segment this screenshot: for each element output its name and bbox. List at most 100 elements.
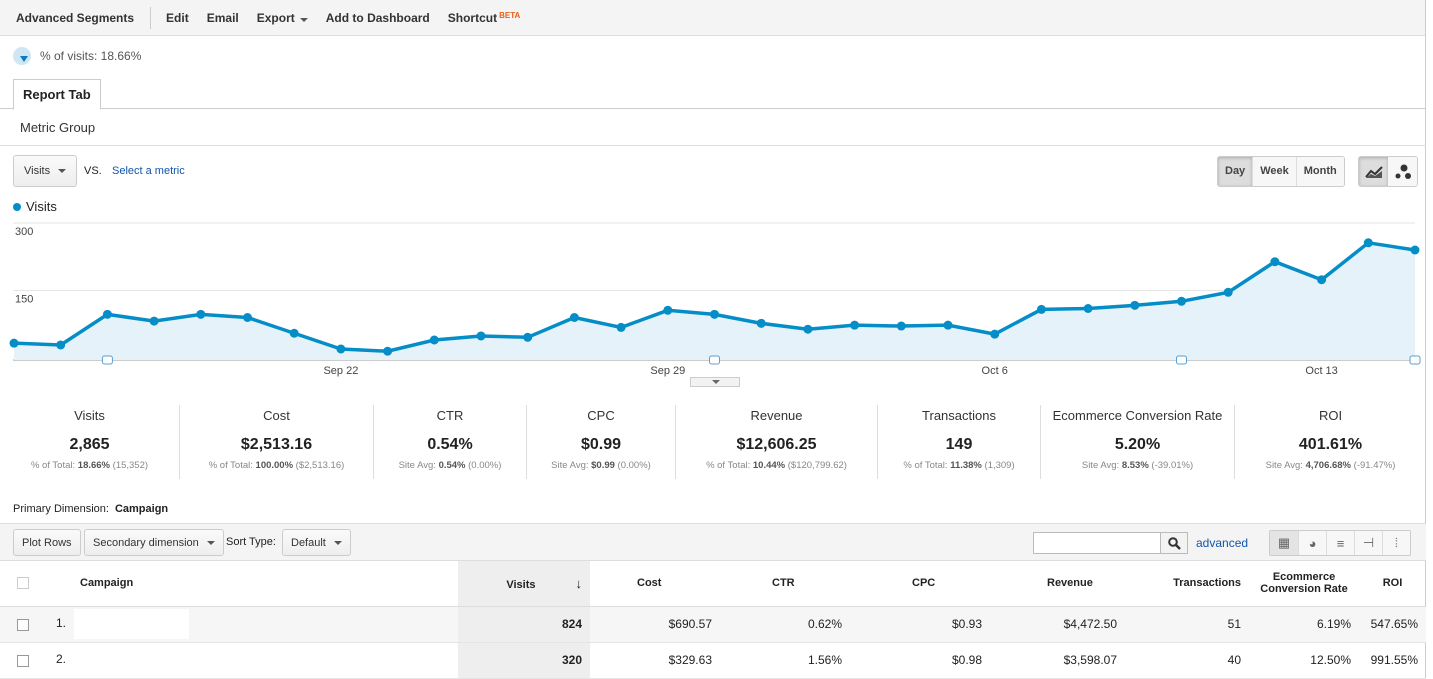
metric-selector[interactable]: Visits — [13, 155, 78, 187]
comparison-view-icon[interactable]: ⊣ — [1354, 531, 1382, 555]
subtext-prefix: Site Avg: — [1265, 460, 1306, 471]
subtext-total: (0.00%) — [614, 460, 651, 471]
report-container: Advanced Segments Edit Email Export Add … — [0, 0, 1426, 679]
chevron-down-icon — [58, 169, 67, 173]
pie-view-icon[interactable]: ◕ — [1298, 531, 1326, 555]
email-button[interactable]: Email — [207, 11, 239, 25]
table-view-icon[interactable]: ▦ — [1270, 531, 1298, 555]
scorecard-subtext: Site Avg: 4,706.68% (-91.47%) — [1235, 460, 1426, 471]
annotation-marker-icon[interactable] — [709, 355, 720, 365]
data-point — [803, 324, 813, 334]
scorecard-value: $2,513.16 — [240, 436, 313, 453]
col-campaign[interactable]: Campaign — [45, 561, 458, 607]
data-point — [1363, 238, 1373, 248]
scorecard-subtext: Site Avg: $0.99 (0.00%) — [527, 460, 675, 471]
pivot-view-icon[interactable]: ⦙ — [1382, 531, 1410, 555]
transactions-cell: 40 — [1125, 642, 1249, 679]
subtext-total: (-91.47%) — [1351, 460, 1396, 471]
export-button[interactable]: Export — [257, 11, 308, 25]
campaign-cell: 1. — [45, 606, 458, 643]
export-label: Export — [256, 10, 295, 25]
select-metric-link[interactable]: Select a metric — [112, 165, 185, 177]
x-tick-label: Oct 6 — [982, 365, 1008, 377]
subtext-prefix: Site Avg: — [551, 460, 592, 471]
add-to-dashboard-button[interactable]: Add to Dashboard — [326, 11, 430, 25]
scorecard-subtext: % of Total: 18.66% (15,352) — [0, 460, 179, 471]
row-checkbox[interactable] — [16, 618, 29, 631]
vs-label: VS. — [84, 165, 102, 177]
advanced-filter-link[interactable]: advanced — [1196, 536, 1248, 550]
segment-indicator[interactable]: % of visits: 18.66% — [13, 47, 141, 65]
col-revenue[interactable]: Revenue — [990, 561, 1125, 607]
scorecard-subtext: % of Total: 11.38% (1,309) — [878, 460, 1040, 471]
period-selector: Day Week Month — [1217, 156, 1345, 187]
data-point — [1223, 287, 1233, 297]
advanced-segments-button[interactable]: Advanced Segments — [16, 11, 134, 25]
secondary-dimension-dropdown[interactable]: Secondary dimension — [84, 529, 224, 556]
performance-view-icon[interactable]: ≡ — [1326, 531, 1354, 555]
campaign-link[interactable] — [74, 609, 190, 639]
campaign-link[interactable] — [74, 645, 190, 675]
data-point — [383, 346, 393, 356]
search-button[interactable] — [1160, 533, 1187, 553]
cpc-cell: $0.98 — [850, 642, 990, 679]
annotation-marker-icon[interactable] — [1176, 355, 1187, 365]
scorecard-value: 2,865 — [69, 436, 110, 453]
scorecard-label: Cost — [263, 408, 290, 423]
col-ecommerce-conversion-rate[interactable]: Ecommerce Conversion Rate — [1249, 561, 1359, 607]
col-ctr[interactable]: CTR — [720, 561, 850, 607]
data-point — [1410, 245, 1420, 255]
roi-cell: 991.55% — [1359, 642, 1426, 679]
secondary-dimension-label: Secondary dimension — [93, 536, 199, 549]
cost-cell: $329.63 — [590, 642, 720, 679]
subtext-prefix: Site Avg: — [1081, 460, 1122, 471]
primary-dimension-label: Primary Dimension: — [13, 503, 109, 515]
row-checkbox[interactable] — [16, 654, 29, 667]
scorecard-label: Visits — [74, 408, 105, 423]
col-transactions[interactable]: Transactions — [1125, 561, 1249, 607]
visits-cell: 320 — [458, 642, 590, 679]
motion-chart-icon[interactable] — [1388, 157, 1417, 186]
cost-cell: $690.57 — [590, 606, 720, 643]
edit-button[interactable]: Edit — [166, 11, 189, 25]
search-input[interactable] — [1034, 533, 1160, 553]
ecommerce-conversion-rate-cell: 6.19% — [1249, 606, 1359, 643]
tab-report[interactable]: Report Tab — [13, 79, 101, 110]
col-roi[interactable]: ROI — [1359, 561, 1426, 607]
report-tabs: Report Tab — [0, 78, 1426, 110]
period-week-button[interactable]: Week — [1252, 157, 1296, 186]
scorecard-label: Ecommerce Conversion Rate — [1052, 408, 1223, 423]
revenue-cell: $3,598.07 — [990, 642, 1125, 679]
primary-dimension-value[interactable]: Campaign — [115, 503, 168, 515]
beta-badge: BETA — [499, 10, 521, 20]
line-chart-icon[interactable] — [1359, 157, 1388, 186]
subtext-value: 8.53% — [1121, 460, 1149, 471]
data-point — [336, 344, 346, 354]
period-day-button[interactable]: Day — [1218, 157, 1253, 186]
data-point — [523, 332, 533, 342]
scorecards: Visits 2,865 % of Total: 18.66% (15,352) Co… — [0, 405, 1426, 479]
select-all-checkbox[interactable] — [16, 577, 29, 590]
scorecard-value: 149 — [945, 436, 973, 453]
col-cpc[interactable]: CPC — [850, 561, 990, 607]
chevron-down-icon — [206, 540, 215, 545]
annotation-marker-icon[interactable] — [101, 355, 113, 365]
period-month-button[interactable]: Month — [1295, 157, 1344, 186]
scorecard-ecommerce-conversion-rate: Ecommerce Conversion Rate 5.20% Site Avg: … — [1041, 405, 1235, 479]
table-row: 2. 320 $329.63 1.56% $0.98 $3,598.07 40 … — [0, 642, 1426, 679]
col-cost[interactable]: Cost — [590, 561, 720, 607]
table-controls: Plot Rows Secondary dimension Sort Type:… — [0, 523, 1426, 561]
sort-type-dropdown[interactable]: Default — [282, 529, 351, 556]
scorecard-label: CTR — [436, 408, 464, 423]
data-point — [943, 320, 953, 330]
primary-dimension: Primary Dimension: Campaign — [13, 503, 168, 515]
scorecard-value: $12,606.25 — [736, 436, 817, 453]
collapse-chart-toggle[interactable] — [690, 377, 740, 387]
series-area — [14, 242, 1415, 360]
col-visits[interactable]: Visits ↓ — [458, 561, 590, 607]
annotation-marker-icon[interactable] — [1409, 355, 1421, 365]
shortcut-button[interactable]: Shortcut BETA — [448, 11, 521, 25]
plot-rows-button[interactable]: Plot Rows — [13, 529, 81, 556]
scorecard-cpc: CPC $0.99 Site Avg: $0.99 (0.00%) — [527, 405, 676, 479]
metric-label: Visits — [24, 165, 51, 177]
